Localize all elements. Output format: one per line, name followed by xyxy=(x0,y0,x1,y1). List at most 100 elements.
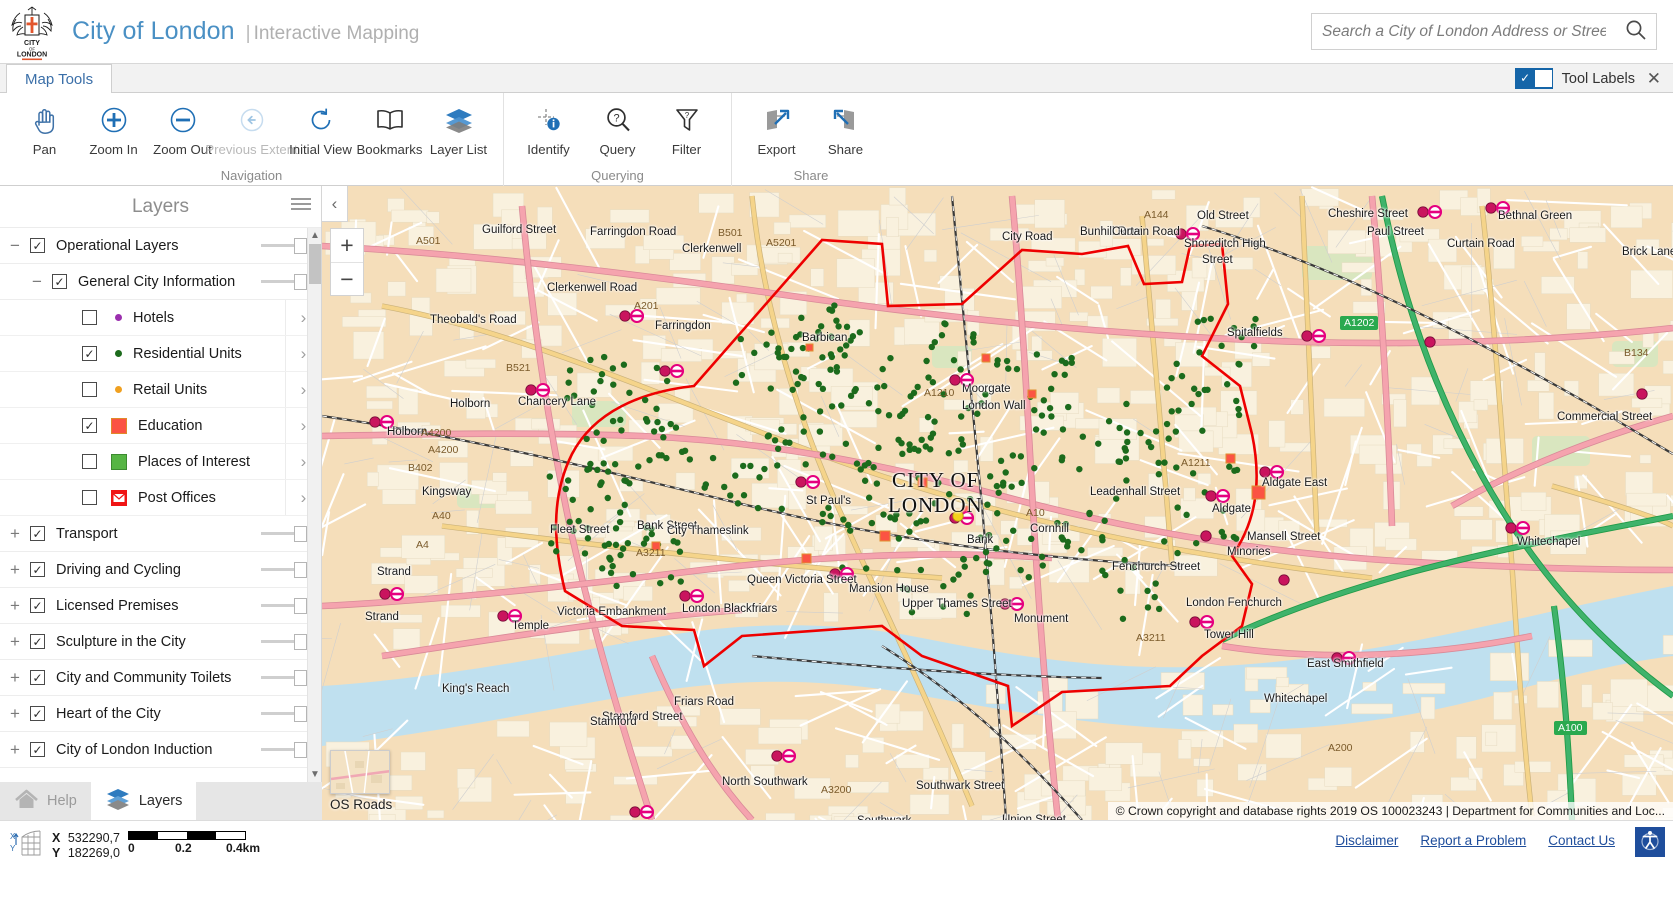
scroll-down-icon[interactable]: ▼ xyxy=(308,767,322,782)
slider-thumb[interactable] xyxy=(294,706,307,722)
map-viewport[interactable]: CITY OFLONDONClerkenwellFarringdonBarbic… xyxy=(322,186,1673,820)
basemap-selector[interactable]: OS Roads xyxy=(330,750,392,812)
accessibility-button[interactable] xyxy=(1635,827,1665,857)
slider-thumb[interactable] xyxy=(294,274,307,290)
layer-row[interactable]: +✓Heart of the City xyxy=(0,696,321,732)
search-input[interactable] xyxy=(1312,14,1616,49)
map-zoom-out-button[interactable]: − xyxy=(331,262,363,295)
back-arrow-circle-icon xyxy=(239,103,265,137)
slider-thumb[interactable] xyxy=(294,670,307,686)
basemap-thumbnail[interactable] xyxy=(330,750,390,794)
tool-initial-view[interactable]: Initial View xyxy=(286,99,355,157)
layer-row[interactable]: Retail Units› xyxy=(0,372,321,408)
layer-checkbox[interactable]: ✓ xyxy=(30,634,45,649)
layer-row[interactable]: ✓Education› xyxy=(0,408,321,444)
layer-row[interactable]: +✓Sculpture in the City xyxy=(0,624,321,660)
expand-icon[interactable]: + xyxy=(0,740,30,760)
panel-tab-layers[interactable]: Layers xyxy=(91,782,197,820)
layer-checkbox[interactable] xyxy=(82,454,97,469)
expand-icon[interactable]: + xyxy=(0,560,30,580)
layer-row[interactable]: +✓City of London Induction xyxy=(0,732,321,768)
expand-icon[interactable]: + xyxy=(0,632,30,652)
tool-layer-list[interactable]: Layer List xyxy=(424,99,493,157)
layer-row[interactable]: +✓Transport xyxy=(0,516,321,552)
layer-checkbox[interactable]: ✓ xyxy=(30,706,45,721)
slider-thumb[interactable] xyxy=(294,598,307,614)
layer-row[interactable]: Places of Interest› xyxy=(0,444,321,480)
layer-opacity-slider[interactable] xyxy=(261,672,307,683)
layer-opacity-slider[interactable] xyxy=(261,600,307,611)
layer-opacity-slider[interactable] xyxy=(261,276,307,287)
slider-thumb[interactable] xyxy=(294,562,307,578)
layer-checkbox[interactable]: ✓ xyxy=(30,598,45,613)
layer-tree-scrollbar[interactable]: ▲ ▼ xyxy=(307,228,321,782)
tool-previous-extent[interactable]: Previous Extent xyxy=(217,99,286,157)
scrollbar-thumb[interactable] xyxy=(309,244,321,284)
tab-map-tools[interactable]: Map Tools xyxy=(6,64,112,93)
panel-tab-help[interactable]: Help xyxy=(0,782,91,820)
map-canvas[interactable] xyxy=(322,186,1673,820)
funnel-icon: ? xyxy=(674,103,700,137)
layer-opacity-slider[interactable] xyxy=(261,528,307,539)
tool-pan[interactable]: Pan xyxy=(10,99,79,157)
layer-row[interactable]: +✓City and Community Toilets xyxy=(0,660,321,696)
layer-checkbox[interactable]: ✓ xyxy=(30,670,45,685)
hamburger-menu-icon[interactable] xyxy=(291,198,311,213)
layer-row[interactable]: Hotels› xyxy=(0,300,321,336)
layer-tree[interactable]: −✓Operational Layers−✓General City Infor… xyxy=(0,228,321,782)
layer-opacity-slider[interactable] xyxy=(261,744,307,755)
share-arrow-icon xyxy=(832,103,860,137)
layers-panel-title: Layers xyxy=(132,196,189,218)
tool-share[interactable]: Share xyxy=(811,99,880,157)
layer-row[interactable]: ✓Residential Units› xyxy=(0,336,321,372)
close-ribbon-icon[interactable]: ✕ xyxy=(1647,69,1661,88)
expand-icon[interactable]: + xyxy=(0,524,30,544)
layer-checkbox[interactable]: ✓ xyxy=(52,274,67,289)
collapse-panel-button[interactable]: ‹ xyxy=(322,186,348,222)
tool-labels-toggle[interactable]: ✓ xyxy=(1515,68,1553,89)
layer-checkbox[interactable]: ✓ xyxy=(30,742,45,757)
layer-checkbox[interactable]: ✓ xyxy=(30,238,45,253)
slider-thumb[interactable] xyxy=(294,742,307,758)
ribbon-group-share: Export Share Share xyxy=(731,93,890,186)
layer-checkbox[interactable]: ✓ xyxy=(30,562,45,577)
link-report-a-problem[interactable]: Report a Problem xyxy=(1420,833,1526,848)
link-disclaimer[interactable]: Disclaimer xyxy=(1335,833,1398,848)
layer-checkbox[interactable]: ✓ xyxy=(82,418,97,433)
tool-query[interactable]: ? Query xyxy=(583,99,652,157)
layer-row[interactable]: +✓ Licensed Premises xyxy=(0,588,321,624)
toggle-knob xyxy=(1535,70,1552,87)
layer-row[interactable]: +✓Driving and Cycling xyxy=(0,552,321,588)
slider-thumb[interactable] xyxy=(294,634,307,650)
scroll-up-icon[interactable]: ▲ xyxy=(308,228,322,243)
expand-icon[interactable]: + xyxy=(0,668,30,688)
tool-identify[interactable]: Identify xyxy=(514,99,583,157)
address-search-box[interactable] xyxy=(1311,13,1657,50)
layer-opacity-slider[interactable] xyxy=(261,240,307,251)
layer-checkbox[interactable] xyxy=(82,382,97,397)
layer-checkbox[interactable]: ✓ xyxy=(30,526,45,541)
tool-filter[interactable]: ? Filter xyxy=(652,99,721,157)
collapse-icon[interactable]: − xyxy=(22,272,52,292)
slider-thumb[interactable] xyxy=(294,526,307,542)
layer-opacity-slider[interactable] xyxy=(261,636,307,647)
layer-label: Licensed Premises xyxy=(56,598,179,614)
layer-checkbox[interactable] xyxy=(82,310,97,325)
layer-checkbox[interactable] xyxy=(82,490,97,505)
expand-icon[interactable]: + xyxy=(0,704,30,724)
collapse-icon[interactable]: − xyxy=(0,236,30,256)
tool-export[interactable]: Export xyxy=(742,99,811,157)
layer-row[interactable]: Post Offices› xyxy=(0,480,321,516)
tool-zoom-in[interactable]: Zoom In xyxy=(79,99,148,157)
tool-bookmarks[interactable]: Bookmarks xyxy=(355,99,424,157)
link-contact-us[interactable]: Contact Us xyxy=(1548,833,1615,848)
map-zoom-in-button[interactable]: + xyxy=(331,229,363,262)
expand-icon[interactable]: + xyxy=(0,596,30,616)
search-button[interactable] xyxy=(1616,14,1656,49)
slider-thumb[interactable] xyxy=(294,238,307,254)
layer-row[interactable]: −✓General City Information xyxy=(0,264,321,300)
layer-opacity-slider[interactable] xyxy=(261,564,307,575)
layer-checkbox[interactable]: ✓ xyxy=(82,346,97,361)
layer-opacity-slider[interactable] xyxy=(261,708,307,719)
layer-row[interactable]: −✓Operational Layers xyxy=(0,228,321,264)
